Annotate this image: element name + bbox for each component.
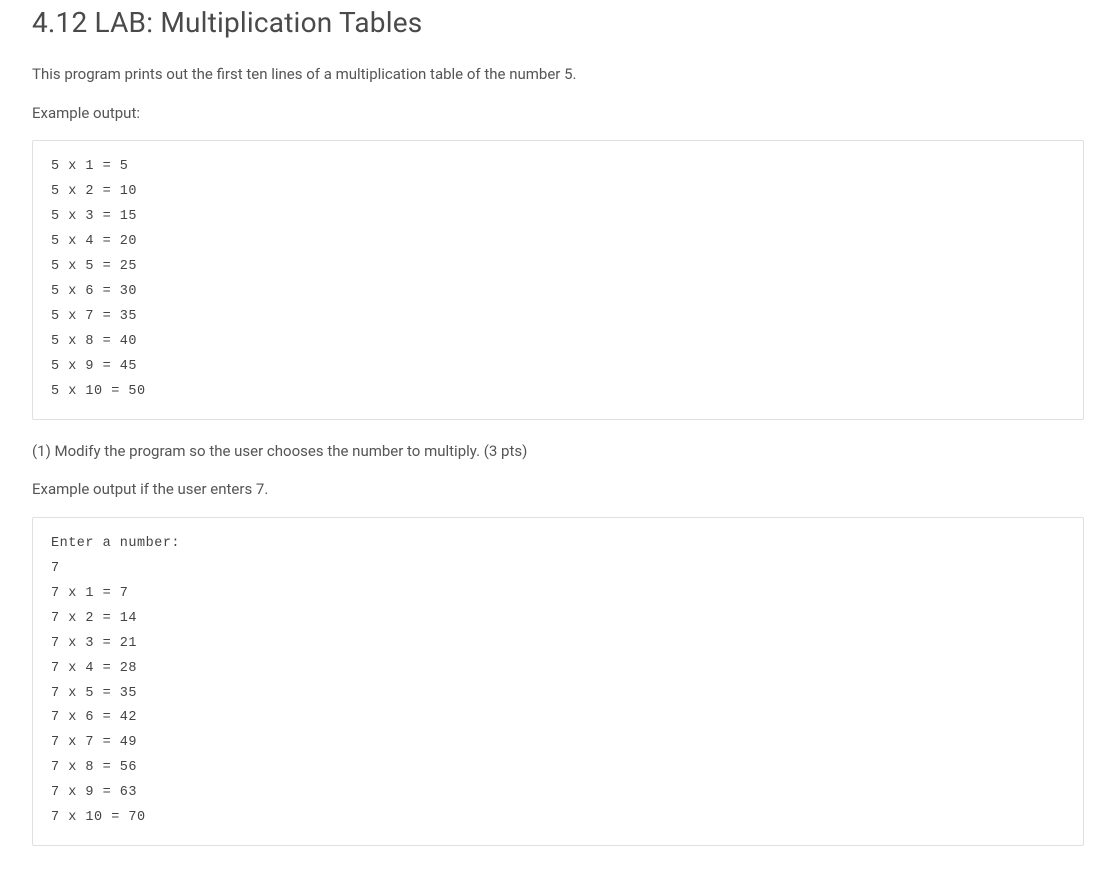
example-output-label-2: Example output if the user enters 7.: [32, 478, 1084, 501]
task-1-description: (1) Modify the program so the user choos…: [32, 440, 1084, 463]
page-title: 4.12 LAB: Multiplication Tables: [32, 6, 1084, 39]
document-content: 4.12 LAB: Multiplication Tables This pro…: [0, 6, 1116, 886]
intro-paragraph: This program prints out the first ten li…: [32, 63, 1084, 86]
code-block-example-5: 5 x 1 = 5 5 x 2 = 10 5 x 3 = 15 5 x 4 = …: [32, 140, 1084, 420]
code-block-example-7: Enter a number: 7 7 x 1 = 7 7 x 2 = 14 7…: [32, 517, 1084, 847]
example-output-label-1: Example output:: [32, 102, 1084, 125]
